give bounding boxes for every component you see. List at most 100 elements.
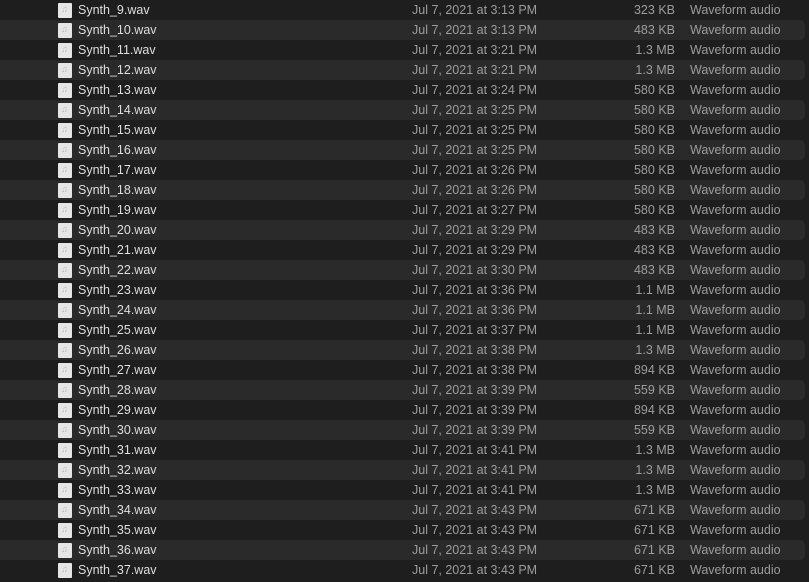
file-size: 483 KB: [633, 23, 675, 37]
file-name: Synth_27.wav: [78, 363, 157, 377]
file-date-modified: Jul 7, 2021 at 3:21 PM: [412, 63, 538, 77]
file-date-modified: Jul 7, 2021 at 3:43 PM: [412, 503, 538, 517]
audio-file-icon: [58, 103, 72, 118]
file-row[interactable]: Synth_14.wav Jul 7, 2021 at 3:25 PM 580 KB…: [0, 100, 805, 120]
file-row[interactable]: Synth_23.wav Jul 7, 2021 at 3:36 PM 1.1 MB…: [0, 280, 805, 300]
file-row[interactable]: Synth_19.wav Jul 7, 2021 at 3:27 PM 580 KB…: [0, 200, 805, 220]
file-kind: Waveform audio: [690, 483, 781, 497]
file-row[interactable]: Synth_35.wav Jul 7, 2021 at 3:43 PM 671 KB…: [0, 520, 805, 540]
file-name: Synth_22.wav: [78, 263, 157, 277]
file-date-modified: Jul 7, 2021 at 3:26 PM: [412, 163, 538, 177]
file-row[interactable]: Synth_12.wav Jul 7, 2021 at 3:21 PM 1.3 MB…: [0, 60, 805, 80]
audio-file-icon: [58, 323, 72, 338]
file-kind: Waveform audio: [690, 143, 781, 157]
file-date-modified: Jul 7, 2021 at 3:30 PM: [412, 263, 538, 277]
audio-file-icon: [58, 463, 72, 478]
file-row[interactable]: Synth_13.wav Jul 7, 2021 at 3:24 PM 580 KB…: [0, 80, 805, 100]
file-kind: Waveform audio: [690, 403, 781, 417]
file-size: 483 KB: [633, 243, 675, 257]
file-size: 483 KB: [633, 223, 675, 237]
file-kind: Waveform audio: [690, 163, 781, 177]
file-name: Synth_25.wav: [78, 323, 157, 337]
file-row[interactable]: Synth_15.wav Jul 7, 2021 at 3:25 PM 580 KB…: [0, 120, 805, 140]
file-date-modified: Jul 7, 2021 at 3:38 PM: [412, 363, 538, 377]
file-date-modified: Jul 7, 2021 at 3:38 PM: [412, 343, 538, 357]
audio-file-icon: [58, 223, 72, 238]
file-kind: Waveform audio: [690, 183, 781, 197]
file-date-modified: Jul 7, 2021 at 3:25 PM: [412, 143, 538, 157]
file-row[interactable]: Synth_24.wav Jul 7, 2021 at 3:36 PM 1.1 MB…: [0, 300, 805, 320]
file-row[interactable]: Synth_20.wav Jul 7, 2021 at 3:29 PM 483 KB…: [0, 220, 805, 240]
file-size: 580 KB: [633, 83, 675, 97]
file-date-modified: Jul 7, 2021 at 3:25 PM: [412, 123, 538, 137]
file-size: 559 KB: [633, 383, 675, 397]
file-row[interactable]: Synth_36.wav Jul 7, 2021 at 3:43 PM 671 KB…: [0, 540, 805, 560]
file-kind: Waveform audio: [690, 323, 781, 337]
file-row[interactable]: Synth_22.wav Jul 7, 2021 at 3:30 PM 483 KB…: [0, 260, 805, 280]
file-kind: Waveform audio: [690, 3, 781, 17]
file-size: 671 KB: [633, 523, 675, 537]
file-row[interactable]: Synth_25.wav Jul 7, 2021 at 3:37 PM 1.1 MB…: [0, 320, 805, 340]
file-name: Synth_32.wav: [78, 463, 157, 477]
audio-file-icon: [58, 83, 72, 98]
file-name: Synth_31.wav: [78, 443, 157, 457]
file-size: 580 KB: [633, 203, 675, 217]
file-kind: Waveform audio: [690, 423, 781, 437]
file-row[interactable]: Synth_32.wav Jul 7, 2021 at 3:41 PM 1.3 MB…: [0, 460, 805, 480]
file-date-modified: Jul 7, 2021 at 3:43 PM: [412, 523, 538, 537]
file-name: Synth_26.wav: [78, 343, 157, 357]
file-name: Synth_29.wav: [78, 403, 157, 417]
file-row[interactable]: Synth_18.wav Jul 7, 2021 at 3:26 PM 580 KB…: [0, 180, 805, 200]
file-date-modified: Jul 7, 2021 at 3:25 PM: [412, 103, 538, 117]
file-name: Synth_12.wav: [78, 63, 157, 77]
file-size: 559 KB: [633, 423, 675, 437]
audio-file-icon: [58, 183, 72, 198]
audio-file-icon: [58, 123, 72, 138]
file-row[interactable]: Synth_30.wav Jul 7, 2021 at 3:39 PM 559 KB…: [0, 420, 805, 440]
file-row[interactable]: Synth_10.wav Jul 7, 2021 at 3:13 PM 483 KB…: [0, 20, 805, 40]
file-date-modified: Jul 7, 2021 at 3:39 PM: [412, 403, 538, 417]
file-row[interactable]: Synth_17.wav Jul 7, 2021 at 3:26 PM 580 KB…: [0, 160, 805, 180]
file-name: Synth_16.wav: [78, 143, 157, 157]
file-kind: Waveform audio: [690, 43, 781, 57]
file-kind: Waveform audio: [690, 443, 781, 457]
file-row[interactable]: Synth_37.wav Jul 7, 2021 at 3:43 PM 671 KB…: [0, 560, 805, 580]
audio-file-icon: [58, 543, 72, 558]
audio-file-icon: [58, 163, 72, 178]
file-kind: Waveform audio: [690, 83, 781, 97]
file-name: Synth_34.wav: [78, 503, 157, 517]
file-kind: Waveform audio: [690, 63, 781, 77]
file-row[interactable]: Synth_16.wav Jul 7, 2021 at 3:25 PM 580 KB…: [0, 140, 805, 160]
file-row[interactable]: Synth_9.wav Jul 7, 2021 at 3:13 PM 323 KB W…: [0, 0, 805, 20]
file-row[interactable]: Synth_28.wav Jul 7, 2021 at 3:39 PM 559 KB…: [0, 380, 805, 400]
audio-file-icon: [58, 263, 72, 278]
file-name: Synth_23.wav: [78, 283, 157, 297]
file-size: 1.1 MB: [635, 323, 675, 337]
audio-file-icon: [58, 43, 72, 58]
file-row[interactable]: Synth_31.wav Jul 7, 2021 at 3:41 PM 1.3 MB…: [0, 440, 805, 460]
file-name: Synth_14.wav: [78, 103, 157, 117]
audio-file-icon: [58, 143, 72, 158]
file-row[interactable]: Synth_11.wav Jul 7, 2021 at 3:21 PM 1.3 MB…: [0, 40, 805, 60]
file-date-modified: Jul 7, 2021 at 3:21 PM: [412, 43, 538, 57]
file-row[interactable]: Synth_26.wav Jul 7, 2021 at 3:38 PM 1.3 MB…: [0, 340, 805, 360]
file-name: Synth_19.wav: [78, 203, 157, 217]
file-name: Synth_9.wav: [78, 3, 150, 17]
file-row[interactable]: Synth_29.wav Jul 7, 2021 at 3:39 PM 894 KB…: [0, 400, 805, 420]
file-row[interactable]: Synth_27.wav Jul 7, 2021 at 3:38 PM 894 KB…: [0, 360, 805, 380]
file-name: Synth_20.wav: [78, 223, 157, 237]
file-row[interactable]: Synth_21.wav Jul 7, 2021 at 3:29 PM 483 KB…: [0, 240, 805, 260]
file-size: 894 KB: [633, 403, 675, 417]
file-row[interactable]: Synth_33.wav Jul 7, 2021 at 3:41 PM 1.3 MB…: [0, 480, 805, 500]
file-name: Synth_17.wav: [78, 163, 157, 177]
file-size: 1.3 MB: [635, 43, 675, 57]
file-size: 1.3 MB: [635, 483, 675, 497]
audio-file-icon: [58, 503, 72, 518]
file-size: 1.1 MB: [635, 283, 675, 297]
file-kind: Waveform audio: [690, 23, 781, 37]
audio-file-icon: [58, 23, 72, 38]
file-size: 323 KB: [633, 3, 675, 17]
file-row[interactable]: Synth_34.wav Jul 7, 2021 at 3:43 PM 671 KB…: [0, 500, 805, 520]
file-size: 1.3 MB: [635, 343, 675, 357]
file-list: Synth_9.wav Jul 7, 2021 at 3:13 PM 323 KB W…: [0, 0, 809, 580]
